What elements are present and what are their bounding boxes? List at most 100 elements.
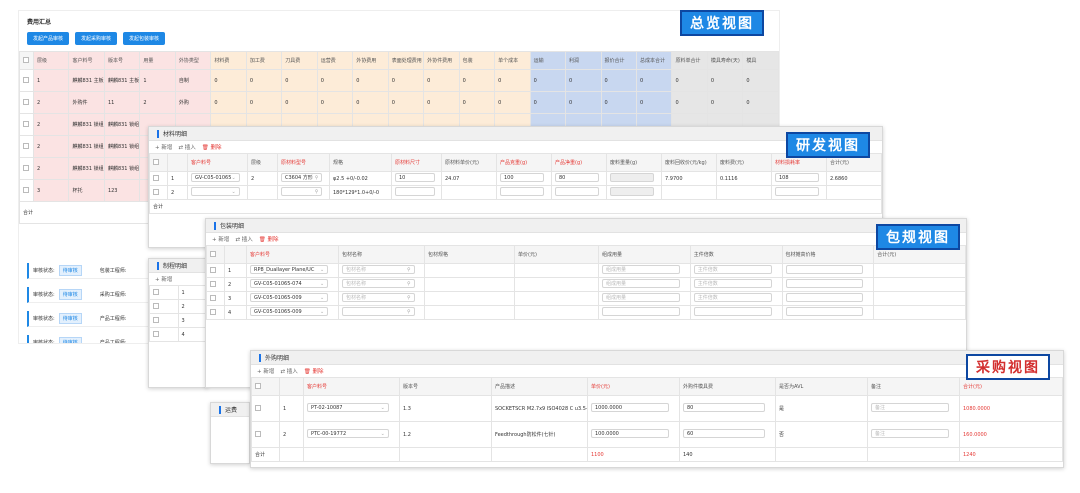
product-net-weight-input[interactable]: [555, 187, 600, 196]
cell-text: 外购件模具费: [683, 384, 714, 390]
row-checkbox[interactable]: [153, 189, 159, 196]
cell-text: 麒麟831 锁组1: [107, 144, 140, 150]
customer-part-select[interactable]: GV-C05-01065-074: [250, 279, 329, 288]
select-all-checkbox[interactable]: [153, 159, 159, 166]
product-net-weight-input[interactable]: 80: [555, 173, 600, 182]
column-header: [206, 245, 225, 264]
customer-part-select[interactable]: RP8_Duallayer Plane/UC: [250, 265, 329, 274]
table-row: 1 RP8_Duallayer Plane/UC 包材名称 组成用量 主件倍数: [206, 263, 966, 278]
scrap-weight-input[interactable]: [610, 187, 655, 196]
amortized-price-input[interactable]: [785, 307, 864, 316]
cell-text: 产品克重(g): [500, 160, 528, 166]
delete-button[interactable]: 🗑 删除: [304, 367, 324, 375]
multiplier-input[interactable]: 主件倍数: [693, 293, 772, 302]
add-button[interactable]: + 新增: [257, 367, 274, 375]
usage-input[interactable]: 组成用量: [602, 279, 680, 288]
select-all-checkbox[interactable]: [23, 57, 29, 64]
add-button[interactable]: + 新增: [155, 143, 172, 151]
row-checkbox[interactable]: [153, 303, 159, 310]
table-cell: [551, 185, 607, 200]
multiplier-input[interactable]: 主件倍数: [693, 279, 772, 288]
unit-price-input[interactable]: 1000.0000: [591, 403, 670, 412]
material-size-input[interactable]: 10: [395, 173, 435, 182]
add-button[interactable]: + 新增: [155, 275, 172, 283]
usage-input[interactable]: 组成用量: [602, 265, 680, 274]
delete-button[interactable]: 🗑 删除: [259, 235, 279, 243]
row-checkbox[interactable]: [23, 165, 29, 172]
amortized-price-input[interactable]: [785, 293, 864, 302]
package-name-search[interactable]: 包材名称: [342, 293, 415, 302]
package-name-search[interactable]: 包材名称: [342, 279, 415, 288]
table-cell: 备注: [867, 421, 960, 448]
table-cell: [826, 185, 882, 200]
table-cell: 1: [139, 69, 176, 92]
insert-button[interactable]: ⇄ 插入: [280, 367, 297, 375]
row-checkbox[interactable]: [23, 121, 29, 128]
multiplier-input[interactable]: 主件倍数: [693, 265, 772, 274]
material-model-search[interactable]: [281, 187, 323, 196]
row-checkbox[interactable]: [210, 281, 216, 288]
product-weight-input[interactable]: [500, 187, 545, 196]
remark-input[interactable]: 备注: [871, 403, 950, 412]
mold-fee-input[interactable]: 80: [683, 403, 765, 412]
amortized-price-input[interactable]: [785, 265, 864, 274]
cell-text: 2: [181, 303, 185, 310]
delete-button[interactable]: 🗑 删除: [202, 143, 222, 151]
row-checkbox[interactable]: [23, 77, 29, 84]
select-all-checkbox[interactable]: [210, 251, 216, 258]
customer-part-select[interactable]: GV-C05-01065: [191, 173, 240, 182]
package-name-search[interactable]: [342, 307, 415, 316]
start-package-review-button[interactable]: 发起包装审核: [123, 32, 166, 45]
cell-text: 0: [569, 77, 573, 84]
customer-part-select[interactable]: [191, 187, 240, 196]
cell-text: 2: [143, 99, 147, 106]
table-cell: [19, 157, 34, 180]
insert-button[interactable]: ⇄ 插入: [235, 235, 252, 243]
customer-part-select[interactable]: GV-C05-01065-009: [250, 307, 329, 316]
row-checkbox[interactable]: [153, 331, 159, 338]
customer-part-select[interactable]: PT-02-10087: [307, 403, 389, 412]
start-product-review-button[interactable]: 发起产品审核: [27, 32, 70, 45]
table-cell: 2: [32, 135, 70, 158]
row-checkbox[interactable]: [255, 405, 261, 412]
material-size-input[interactable]: [395, 187, 435, 196]
customer-part-select[interactable]: PTC-00-19772: [307, 429, 389, 438]
column-header: 总成本合计: [635, 51, 673, 70]
loss-rate-input[interactable]: [775, 187, 820, 196]
select-all-checkbox[interactable]: [255, 383, 261, 390]
row-checkbox[interactable]: [210, 295, 216, 302]
table-cell: [391, 185, 442, 200]
customer-part-select[interactable]: GV-C05-01065-009: [250, 293, 329, 302]
loss-rate-input[interactable]: 108: [775, 173, 820, 182]
multiplier-input[interactable]: [693, 307, 772, 316]
row-checkbox[interactable]: [210, 267, 216, 274]
mold-fee-input[interactable]: 60: [683, 429, 765, 438]
row-checkbox[interactable]: [210, 309, 216, 316]
cell-text: 1100: [591, 451, 604, 458]
usage-input[interactable]: 组成用量: [602, 293, 680, 302]
add-button[interactable]: + 新增: [212, 235, 229, 243]
material-model-search[interactable]: C3604 方形: [281, 173, 323, 182]
row-checkbox[interactable]: [23, 143, 29, 150]
start-purchase-review-button[interactable]: 发起采购审核: [75, 32, 118, 45]
row-checkbox[interactable]: [23, 187, 29, 194]
column-header: 废料重量(g): [606, 153, 662, 172]
table-cell: 4: [224, 305, 247, 320]
amortized-price-input[interactable]: [785, 279, 864, 288]
remark-input[interactable]: 备注: [871, 429, 950, 438]
table-cell: 麒麟831 锁组1: [68, 135, 105, 158]
row-checkbox[interactable]: [23, 99, 29, 106]
scrap-weight-input[interactable]: [610, 173, 655, 182]
row-checkbox[interactable]: [153, 175, 159, 182]
usage-input[interactable]: [602, 307, 680, 316]
package-name-search[interactable]: 包材名称: [342, 265, 415, 274]
row-checkbox[interactable]: [153, 317, 159, 324]
insert-button[interactable]: ⇄ 插入: [178, 143, 195, 151]
table-cell: 1.2: [399, 421, 492, 448]
unit-price-input[interactable]: 100.0000: [591, 429, 670, 438]
product-weight-input[interactable]: 100: [500, 173, 545, 182]
pack-view-badge: 包规视图: [876, 224, 960, 250]
row-checkbox[interactable]: [153, 289, 159, 296]
row-checkbox[interactable]: [255, 431, 261, 438]
table-cell: 麒麟831 锁组1: [68, 157, 105, 180]
